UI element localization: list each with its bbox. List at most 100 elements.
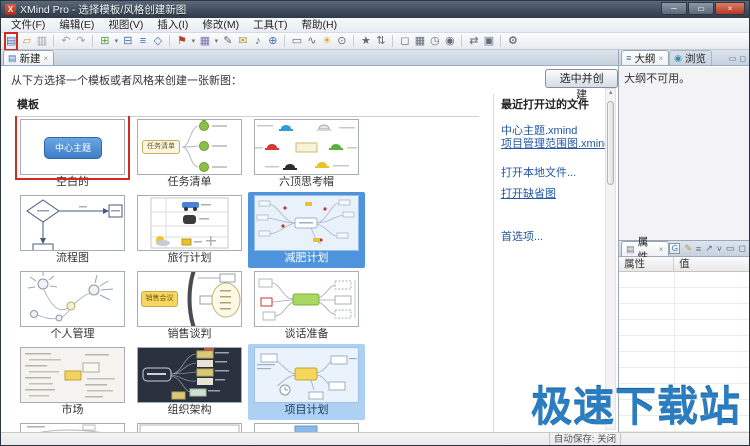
flowchart-sketch (21, 196, 124, 250)
toolbar-separator (353, 35, 354, 47)
template-task-list[interactable]: 任务清单 任务清单 (131, 116, 248, 192)
template-label: 空白的 (14, 175, 131, 190)
hyperlink-icon[interactable]: ⊕ (265, 34, 280, 49)
template-flowchart[interactable]: 流程图 (14, 192, 131, 268)
insert-sheet-dropdown-icon[interactable]: ▾ (112, 34, 120, 49)
overview-icon[interactable]: ▦ (412, 34, 427, 49)
share-icon[interactable]: ★ (358, 34, 373, 49)
insert-topic-icon[interactable]: ⊟ (120, 34, 135, 49)
goto-icon[interactable]: ↗ (705, 243, 713, 254)
boundary-icon[interactable]: ▭ (289, 34, 304, 49)
timer-icon[interactable]: ◷ (427, 34, 442, 49)
properties-close-icon[interactable]: × (659, 245, 664, 254)
marker-dropdown-icon[interactable]: ▾ (189, 34, 197, 49)
undo-icon[interactable]: ↶ (58, 34, 73, 49)
tab-properties[interactable]: ▤ 属性 × (621, 241, 669, 256)
attachment-icon[interactable]: ✎ (220, 34, 235, 49)
image-dropdown-icon[interactable]: ▾ (212, 34, 220, 49)
insert-image-icon[interactable]: ▦ (197, 34, 212, 49)
list-view-icon[interactable]: ≡ (696, 244, 701, 254)
insert-subtopic-icon[interactable]: ≡ (135, 34, 150, 49)
audio-note-icon[interactable]: ♪ (250, 34, 265, 49)
tab-browse[interactable]: ◉ 浏览 (669, 50, 712, 65)
panel-maximize-icon[interactable]: ◻ (739, 243, 746, 254)
open-file-icon[interactable]: ▱ (19, 34, 34, 49)
print-icon[interactable]: ▣ (481, 34, 496, 49)
redo-icon[interactable]: ↷ (73, 34, 88, 49)
outline-close-icon[interactable]: × (658, 54, 663, 63)
menu-modify[interactable]: 修改(M) (195, 18, 246, 33)
toolbar-separator (53, 35, 54, 47)
template-label: 旅行计划 (131, 251, 248, 266)
watermark-text: 极速下载站 (531, 373, 741, 433)
search-icon[interactable]: ◉ (442, 34, 457, 49)
menu-tools[interactable]: 工具(T) (246, 18, 294, 33)
tab-close-icon[interactable]: × (44, 54, 49, 63)
template-partial-1[interactable] (14, 420, 131, 432)
menu-view[interactable]: 视图(V) (101, 18, 150, 33)
template-partial-1-thumbnail (20, 423, 125, 432)
open-default-map-link[interactable]: 打开缺省图 (501, 188, 607, 201)
template-market[interactable]: 市场 (14, 344, 131, 420)
sync-selection-icon[interactable]: G (669, 243, 680, 254)
note-icon[interactable]: ✉ (235, 34, 250, 49)
template-label: 任务清单 (131, 175, 248, 190)
scrollbar-thumb[interactable] (607, 101, 614, 185)
menu-file[interactable]: 文件(F) (4, 18, 52, 33)
insert-sheet-icon[interactable]: ⊞ (97, 34, 112, 49)
template-partial-2[interactable] (131, 420, 248, 432)
recent-files-header: 最近打开过的文件 (501, 96, 607, 112)
template-project-plan-thumbnail (254, 347, 359, 403)
template-travel-plan[interactable]: 旅行计划 (131, 192, 248, 268)
recent-file-link[interactable]: 中心主题.xmind (501, 125, 607, 138)
open-local-file-link[interactable]: 打开本地文件... (501, 167, 607, 180)
template-six-hats[interactable]: 六顶思考帽 (248, 116, 365, 192)
maximize-button[interactable]: ▭ (688, 2, 714, 15)
save-icon[interactable]: ▥ (34, 34, 49, 49)
template-personal-management[interactable]: 个人管理 (14, 268, 131, 344)
panel-minimize-icon[interactable]: ▭ (729, 54, 737, 63)
new-map-wizard: 从下方选择一个模板或者风格来创建一张新图： 选中并创建 模板 中心主题 空白的 (1, 66, 618, 432)
annotation-box-toolbar: ▤ (6, 34, 16, 49)
panel-minimize-icon[interactable]: ▭ (726, 243, 735, 254)
settings-gear-icon[interactable]: ⚙ (505, 34, 520, 49)
drill-down-icon[interactable]: ⊙ (334, 34, 349, 49)
export-icon[interactable]: ⇅ (373, 34, 388, 49)
create-selected-button[interactable]: 选中并创建 (545, 69, 618, 88)
menu-edit[interactable]: 编辑(E) (52, 18, 101, 33)
template-label: 销售谈判 (131, 327, 248, 342)
instruction-text: 从下方选择一个模板或者风格来创建一张新图： (11, 72, 242, 88)
menu-chevron-icon[interactable]: ˅ (717, 244, 722, 254)
menu-help[interactable]: 帮助(H) (295, 18, 345, 33)
tab-outline[interactable]: ≡ 大纲 × (621, 50, 669, 65)
close-button[interactable]: × (715, 2, 745, 15)
minimize-button[interactable]: ─ (661, 2, 687, 15)
template-grid: 中心主题 空白的 任务清单 (14, 116, 379, 432)
template-diet-plan[interactable]: 减肥计划 (248, 192, 365, 268)
template-sales-negotiation[interactable]: 销售会议 销售谈判 (131, 268, 248, 344)
tab-new-map[interactable]: ▤ 新建 × (3, 50, 54, 65)
template-project-plan[interactable]: 项目计划 (248, 344, 365, 420)
idea-lightbulb-icon[interactable]: ☀ (319, 34, 334, 49)
statusbar: 自动保存: 关闭 (1, 432, 749, 446)
scroll-up-icon[interactable]: ▲ (606, 89, 615, 98)
preferences-link[interactable]: 首选项... (501, 231, 607, 244)
template-talk-preparation[interactable]: 谈话准备 (248, 268, 365, 344)
new-workbook-icon[interactable]: ▤ (6, 35, 16, 47)
sync-icon[interactable]: ⇄ (466, 34, 481, 49)
window-controls: ─ ▭ × (661, 1, 745, 15)
recent-file-link[interactable]: 项目管理范围图.xmind (501, 138, 607, 151)
format-brush-icon[interactable]: ✎ (684, 243, 692, 254)
template-partial-3[interactable] (248, 420, 365, 432)
template-org-structure[interactable]: 组织架构 (131, 344, 248, 420)
fit-window-icon[interactable]: ◻ (397, 34, 412, 49)
insert-float-topic-icon[interactable]: ◇ (150, 34, 165, 49)
xmind-window: X XMind Pro - 选择模板/风格创建新图 ─ ▭ × 文件(F) 编辑… (0, 0, 750, 446)
relationship-icon[interactable]: ∿ (304, 34, 319, 49)
template-blank[interactable]: 中心主题 空白的 (14, 116, 131, 192)
autosave-status: 自动保存: 关闭 (549, 433, 621, 446)
menu-insert[interactable]: 插入(I) (150, 18, 195, 33)
marker-icon[interactable]: ⚑ (174, 34, 189, 49)
sales-meeting-node: 销售会议 (141, 291, 178, 307)
panel-maximize-icon[interactable]: ◻ (739, 54, 746, 63)
